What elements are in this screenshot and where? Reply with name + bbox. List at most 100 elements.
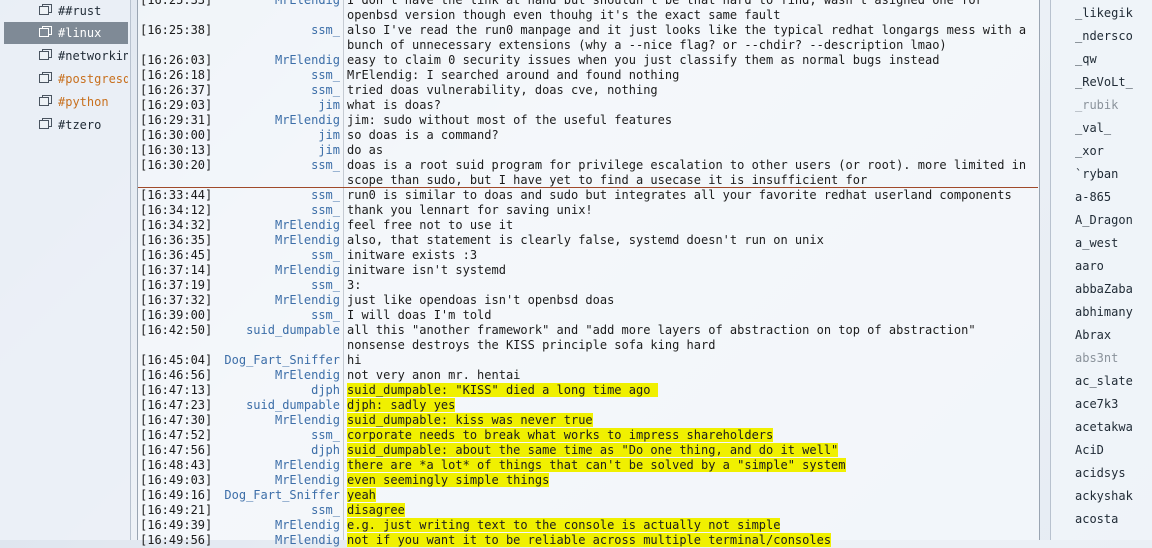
- highlighted-message-text: yeah: [347, 488, 376, 502]
- message-nick[interactable]: ssm_: [212, 68, 340, 83]
- message-nick[interactable]: ssm_: [212, 83, 340, 98]
- message-text-content: initware isn't systemd: [347, 263, 506, 277]
- nick-list-item[interactable]: abhimany: [1075, 305, 1151, 319]
- message-text: nonsense destroys the KISS principle sof…: [347, 338, 1037, 353]
- nick-list-item[interactable]: A_Dragon: [1075, 213, 1151, 227]
- channel-item-python[interactable]: #python: [4, 91, 128, 113]
- message-nick[interactable]: MrElendig: [212, 293, 340, 308]
- nick-list-item[interactable]: `ryban: [1075, 167, 1151, 181]
- message-nick[interactable]: ssm_: [212, 308, 340, 323]
- highlighted-message-text: there are *a lot* of things that can't b…: [347, 458, 846, 472]
- nick-list-item[interactable]: abs3nt: [1075, 351, 1151, 365]
- message-nick[interactable]: MrElendig: [212, 368, 340, 383]
- message-nick[interactable]: MrElendig: [212, 233, 340, 248]
- channel-item-tzero[interactable]: #tzero: [4, 114, 128, 136]
- message-timestamp: [16:45:04]: [140, 353, 213, 367]
- message-nick[interactable]: ssm_: [212, 278, 340, 293]
- message-timestamp: [16:49:16]: [140, 488, 213, 502]
- message-nick[interactable]: ssm_: [212, 428, 340, 443]
- message-nick[interactable]: ssm_: [212, 158, 340, 173]
- channel-item-postgresql[interactable]: #postgresql: [4, 68, 128, 90]
- message-nick[interactable]: suid_dumpable: [212, 398, 340, 413]
- message-nick[interactable]: ssm_: [212, 188, 340, 203]
- nick-list-item[interactable]: _xor: [1075, 144, 1151, 158]
- message-text: hi: [347, 353, 1037, 368]
- message-area[interactable]: [16:25:33] MrElendig I don't have the link…: [137, 0, 1040, 547]
- message-nick[interactable]: ssm_: [212, 23, 340, 38]
- message-nick[interactable]: MrElendig: [212, 413, 340, 428]
- channel-item-networking[interactable]: #networking: [4, 45, 128, 67]
- highlighted-message-text: disagree: [347, 503, 405, 517]
- nick-list-item[interactable]: ace7k3: [1075, 397, 1151, 411]
- message-text: initware isn't systemd: [347, 263, 1037, 278]
- message-nick[interactable]: ssm_: [212, 503, 340, 518]
- nick-list-item[interactable]: _ReVoLt_: [1075, 75, 1151, 89]
- message-timestamp: [16:47:52]: [140, 428, 213, 442]
- message-nick[interactable]: MrElendig: [212, 518, 340, 533]
- nick-list-item[interactable]: aaro: [1075, 259, 1151, 273]
- message-text: not if you want it to be reliable across…: [347, 533, 1037, 548]
- message-text: what is doas?: [347, 98, 1037, 113]
- nick-list-item[interactable]: _rubik: [1075, 98, 1151, 112]
- message-text-content: what is doas?: [347, 98, 441, 112]
- highlighted-message-text: not if you want it to be reliable across…: [347, 533, 832, 547]
- nick-list-item[interactable]: AciD: [1075, 443, 1151, 457]
- highlighted-message-text: even seemingly simple things: [347, 473, 550, 487]
- message-timestamp: [16:25:38]: [140, 23, 213, 37]
- message-timestamp: [16:26:37]: [140, 83, 213, 97]
- message-text-content: jim: sudo without most of the useful fea…: [347, 113, 673, 127]
- nick-list-item[interactable]: acidsys: [1075, 466, 1151, 480]
- message-nick[interactable]: MrElendig: [212, 473, 340, 488]
- channel-item-linux[interactable]: #linux: [4, 22, 128, 44]
- nick-list-item[interactable]: a_west: [1075, 236, 1151, 250]
- channel-item-rust[interactable]: ##rust: [4, 0, 128, 22]
- message-nick[interactable]: MrElendig: [212, 53, 340, 68]
- nick-list-item[interactable]: _ndersco: [1075, 29, 1151, 43]
- message-nick[interactable]: ssm_: [212, 248, 340, 263]
- message-nick[interactable]: ssm_: [212, 203, 340, 218]
- message-nick[interactable]: jim: [212, 128, 340, 143]
- message-text-content: just like opendoas isn't openbsd doas: [347, 293, 615, 307]
- message-nick[interactable]: MrElendig: [212, 458, 340, 473]
- message-nick[interactable]: MrElendig: [212, 0, 340, 8]
- message-text: feel free not to use it: [347, 218, 1037, 233]
- message-text-content: easy to claim 0 security issues when you…: [347, 53, 940, 67]
- nick-list-item[interactable]: _likegik: [1075, 6, 1151, 20]
- message-timestamp: [16:39:00]: [140, 308, 213, 322]
- message-nick[interactable]: MrElendig: [212, 113, 340, 128]
- nick-list-item[interactable]: ackyshak: [1075, 489, 1151, 503]
- message-text-content: I will doas I'm told: [347, 308, 492, 322]
- highlighted-message-text: suid_dumpable: about the same time as "D…: [347, 443, 839, 457]
- nick-list-item[interactable]: ac_slate: [1075, 374, 1151, 388]
- message-timestamp: [16:29:31]: [140, 113, 213, 127]
- message-text: also, that statement is clearly false, s…: [347, 233, 1037, 248]
- message-text: there are *a lot* of things that can't b…: [347, 458, 1037, 473]
- message-text: openbsd version though even thouhg it's …: [347, 8, 1037, 23]
- nick-list-item[interactable]: acetakwa: [1075, 420, 1151, 434]
- message-nick[interactable]: jim: [212, 143, 340, 158]
- nick-list-item[interactable]: a-865: [1075, 190, 1151, 204]
- message-nick[interactable]: suid_dumpable: [212, 323, 340, 338]
- message-text: so doas is a command?: [347, 128, 1037, 143]
- nick-list-item[interactable]: abbaZaba: [1075, 282, 1151, 296]
- message-nick[interactable]: MrElendig: [212, 263, 340, 278]
- message-nick[interactable]: djph: [212, 383, 340, 398]
- message-nick[interactable]: MrElendig: [212, 218, 340, 233]
- message-nick[interactable]: MrElendig: [212, 533, 340, 548]
- message-text: scope than sudo, but I have yet to find …: [347, 173, 1037, 188]
- nick-list-item[interactable]: _qw: [1075, 52, 1151, 66]
- message-nick[interactable]: djph: [212, 443, 340, 458]
- nick-list: _likegik _ndersco _qw _ReVoLt_ _rubik _val_ _x…: [1050, 0, 1152, 540]
- message-text: run0 is similar to doas and sudo but int…: [347, 188, 1037, 203]
- message-text-content: hi: [347, 353, 362, 367]
- message-nick[interactable]: Dog_Fart_Sniffer: [212, 353, 340, 368]
- message-text: I don't have the link at hand but should…: [347, 0, 1037, 8]
- nick-list-item[interactable]: _val_: [1075, 121, 1151, 135]
- nick-list-item[interactable]: Abrax: [1075, 328, 1151, 342]
- message-timestamp: [16:30:00]: [140, 128, 213, 142]
- message-nick[interactable]: jim: [212, 98, 340, 113]
- message-nick[interactable]: Dog_Fart_Sniffer: [212, 488, 340, 503]
- message-text: all this "another framework" and "add mo…: [347, 323, 1037, 338]
- message-text-content: scope than sudo, but I have yet to find …: [347, 173, 868, 187]
- nick-list-item[interactable]: acosta: [1075, 512, 1151, 526]
